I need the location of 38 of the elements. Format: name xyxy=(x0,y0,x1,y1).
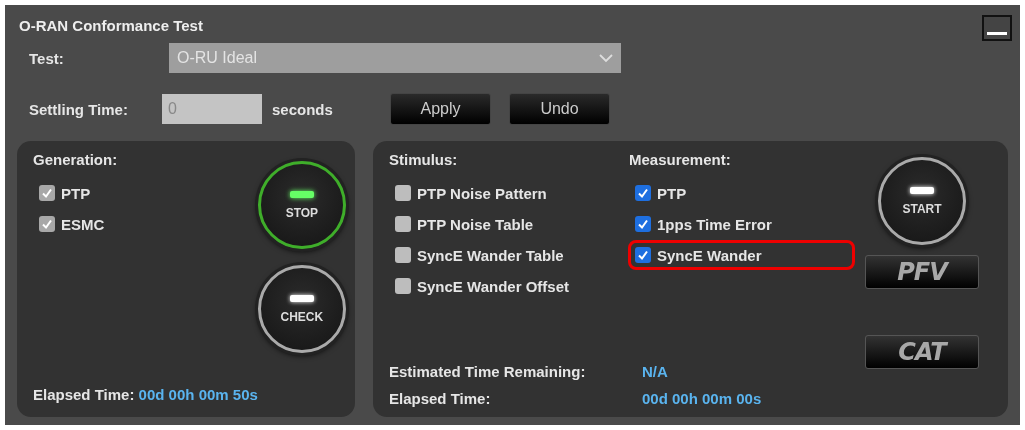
logo-button[interactable]: PFV xyxy=(865,255,979,289)
checkbox-label: PTP Noise Pattern xyxy=(417,184,547,202)
apply-button[interactable]: Apply xyxy=(390,93,491,125)
section-heading: Stimulus: xyxy=(389,151,459,168)
field-label: Test: xyxy=(29,49,65,67)
checkbox[interactable] xyxy=(395,278,411,294)
checkbox-label: SyncE Wander Table xyxy=(417,246,564,264)
field-label: Settling Time: xyxy=(29,100,129,118)
elapsed-value: 00d 00h 00m 00s xyxy=(642,390,762,407)
chevron-down-icon xyxy=(599,53,613,63)
round-button[interactable]: STOP xyxy=(257,161,346,249)
checkbox[interactable] xyxy=(395,216,411,232)
checkbox-label: 1pps Time Error xyxy=(657,215,772,233)
elapsed-value: 00d 00h 00m 50s xyxy=(138,386,258,403)
round-button[interactable]: CHECK xyxy=(257,265,346,353)
checkbox-label: SyncE Wander Offset xyxy=(417,277,569,295)
elapsed-label: Elapsed Time: xyxy=(33,386,135,403)
undo-button[interactable]: Undo xyxy=(509,93,610,125)
remaining-value: N/A xyxy=(642,363,669,380)
elapsed-label: Elapsed Time: xyxy=(389,390,492,407)
window-title: O-RAN Conformance Test xyxy=(19,17,203,34)
checkbox-label: SyncE Wander xyxy=(657,246,762,264)
section-heading: Measurement: xyxy=(629,151,732,168)
checkbox-label: PTP xyxy=(657,184,687,202)
checkbox-label: ESMC xyxy=(61,215,105,233)
round-button[interactable]: START xyxy=(878,157,966,245)
checkbox[interactable] xyxy=(635,247,651,263)
checkbox[interactable] xyxy=(635,185,651,201)
remaining-label: Estimated Time Remaining: xyxy=(389,363,587,380)
checkbox-label: PTP Noise Table xyxy=(417,215,534,233)
logo-button[interactable]: CAT xyxy=(865,335,979,369)
minimize-button[interactable] xyxy=(982,15,1012,41)
checkbox[interactable] xyxy=(395,185,411,201)
checkbox-label: PTP xyxy=(61,184,91,202)
checkbox[interactable] xyxy=(395,247,411,263)
unit-label: seconds xyxy=(272,100,334,118)
checkbox[interactable] xyxy=(635,216,651,232)
section-heading: Generation: xyxy=(33,151,119,168)
